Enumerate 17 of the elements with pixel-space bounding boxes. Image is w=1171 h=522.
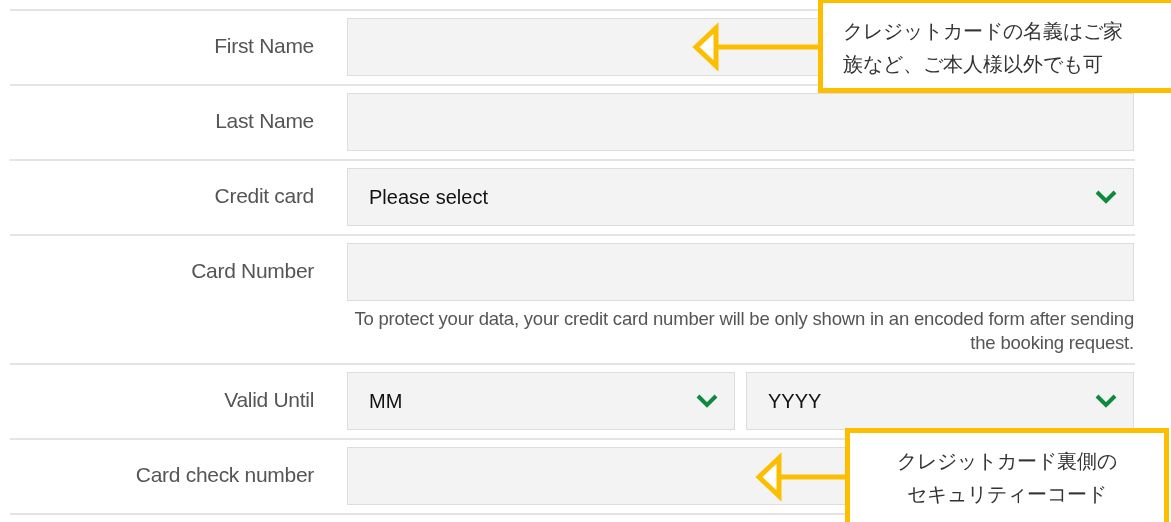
field-label: Valid Until xyxy=(224,387,314,413)
callout-text: クレジットカードの名義はご家族など、ご本人様以外でも可 xyxy=(843,18,1124,78)
field-label: Last Name xyxy=(215,108,314,134)
select-dropdown[interactable]: YYYY xyxy=(746,372,1134,430)
select-dropdown[interactable]: Please select xyxy=(347,168,1134,226)
chevron-down-icon xyxy=(1095,190,1117,204)
callout-text: クレジットカード裏側のセキュリティーコード xyxy=(896,448,1118,508)
help-text: To protect your data, your credit card number will be only shown in an encoded form after sending the booking request. xyxy=(353,307,1134,355)
field-label: Card check number xyxy=(135,462,314,488)
text-input-field[interactable] xyxy=(347,243,1134,301)
field-label: Credit card xyxy=(214,183,314,209)
text-input-field[interactable] xyxy=(347,93,1134,151)
field-label: Card Number xyxy=(191,258,314,284)
chevron-down-icon xyxy=(696,394,718,408)
field-label: First Name xyxy=(214,33,314,59)
select-dropdown[interactable]: MM xyxy=(347,372,735,430)
chevron-down-icon xyxy=(1095,394,1117,408)
